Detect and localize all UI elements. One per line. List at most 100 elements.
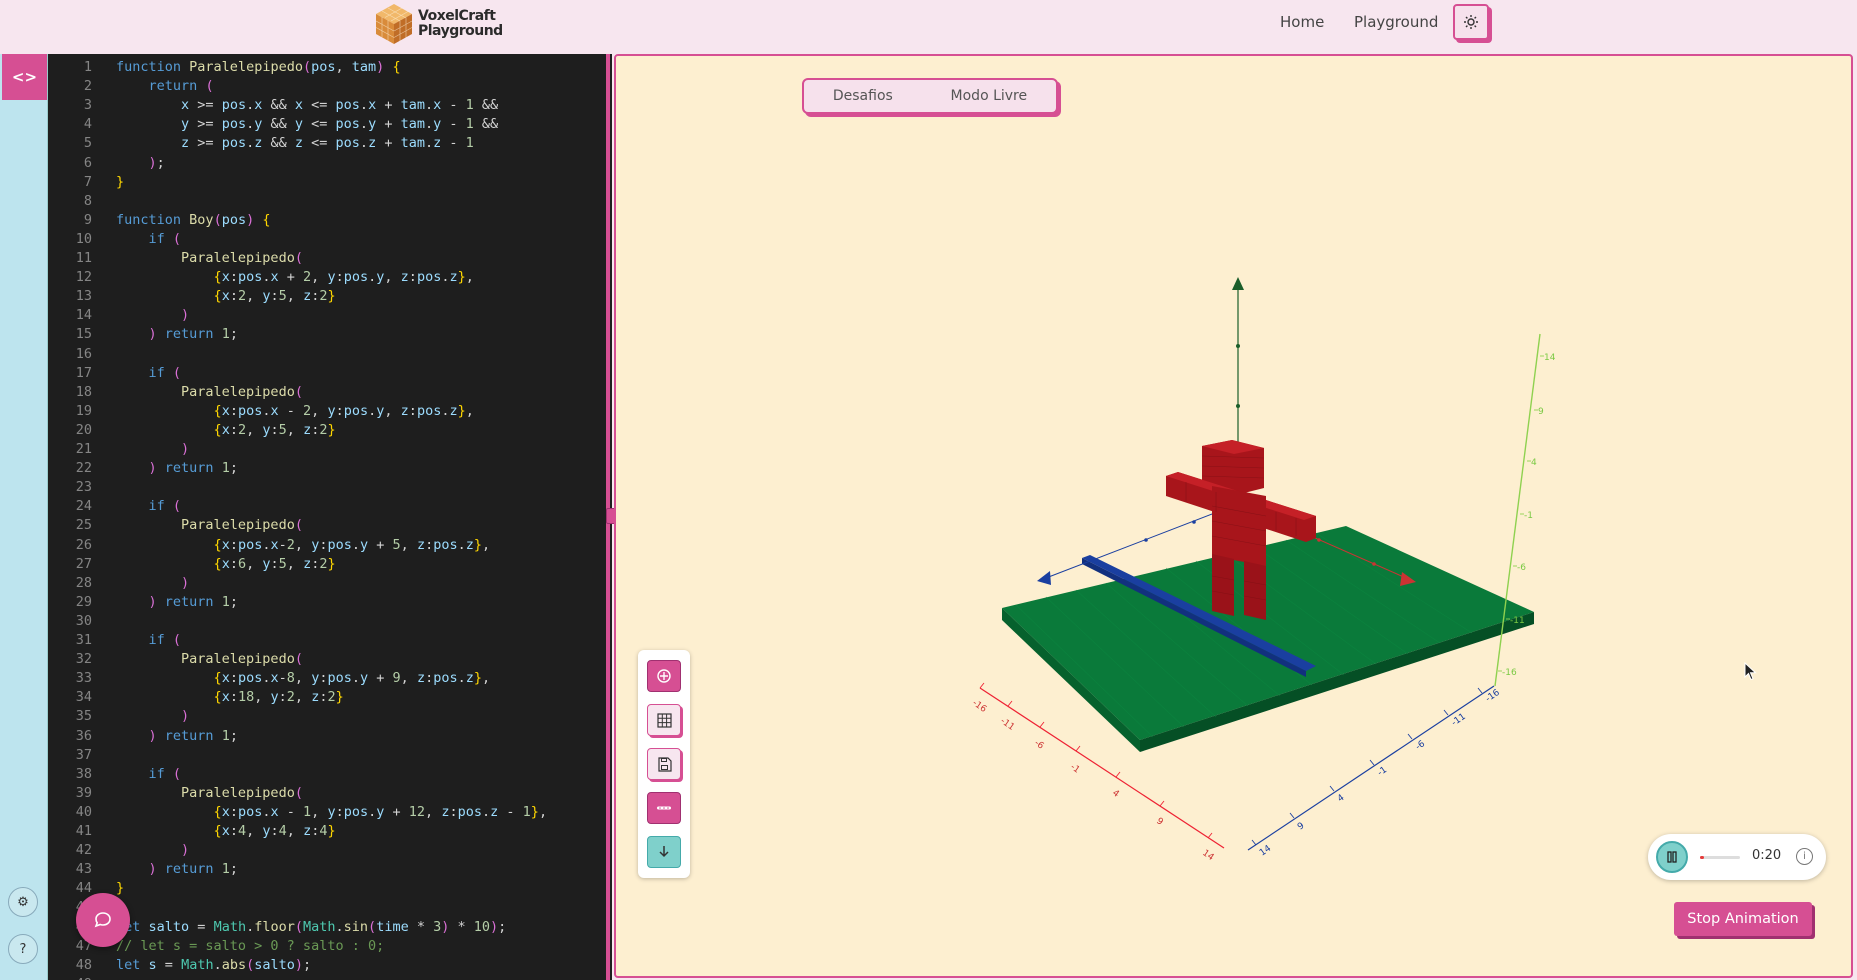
more-options-button[interactable] xyxy=(647,792,681,824)
line-number: 10 xyxy=(75,230,92,247)
code-line[interactable]: 36 ) return 1; xyxy=(48,727,612,746)
info-button[interactable]: i xyxy=(1796,848,1813,865)
voxel-canvas[interactable]: Desafios Modo Livre -16 -11 -6 -1 4 9 14… xyxy=(614,54,1853,978)
code-line[interactable]: 4 y >= pos.y && y <= pos.y + tam.y - 1 &… xyxy=(48,115,612,134)
download-button[interactable] xyxy=(647,836,681,868)
code-line[interactable]: 26 {x:pos.x-2, y:pos.y + 5, z:pos.z}, xyxy=(48,536,612,555)
code-line[interactable]: 46let salto = Math.floor(Math.sin(time *… xyxy=(48,918,612,937)
line-content: ) xyxy=(181,441,190,457)
code-line[interactable]: 32 Paralelepipedo( xyxy=(48,650,612,669)
blue-tick-2: 4 xyxy=(1336,793,1347,805)
line-content: Paralelepipedo( xyxy=(181,784,303,801)
code-line[interactable]: 35 ) xyxy=(48,707,612,726)
code-line[interactable]: 40 {x:pos.x - 1, y:pos.y + 12, z:pos.z -… xyxy=(48,803,612,822)
code-line[interactable]: 11 Paralelepipedo( xyxy=(48,249,612,268)
code-line[interactable]: 34 {x:18, y:2, z:2} xyxy=(48,688,612,707)
line-number: 17 xyxy=(75,364,92,381)
code-line[interactable]: 2 return ( xyxy=(48,77,612,96)
code-line[interactable]: 44} xyxy=(48,879,612,898)
toggle-grid-button[interactable] xyxy=(647,704,681,736)
app-logo[interactable]: VoxelCraft Playground xyxy=(374,2,503,46)
code-line[interactable]: 31 if ( xyxy=(48,631,612,650)
code-line[interactable]: 24 if ( xyxy=(48,497,612,516)
code-line[interactable]: 13 {x:2, y:5, z:2} xyxy=(48,287,612,306)
code-line[interactable]: 6 ); xyxy=(48,154,612,173)
line-content: {x:pos.x - 1, y:pos.y + 12, z:pos.z - 1}… xyxy=(213,803,548,820)
pause-button[interactable] xyxy=(1656,841,1688,873)
code-line[interactable]: 3 x >= pos.x && x <= pos.x + tam.x - 1 &… xyxy=(48,96,612,115)
red-tick-1: -11 xyxy=(998,716,1016,733)
nav-playground-link[interactable]: Playground xyxy=(1354,13,1438,31)
code-line[interactable]: 1 function Paralelepipedo(pos, tam) { xyxy=(48,58,612,77)
settings-button[interactable]: ⚙ xyxy=(8,887,38,917)
code-line[interactable]: 14 ) xyxy=(48,306,612,325)
progress-track[interactable] xyxy=(1700,856,1740,859)
code-line[interactable]: 38 if ( xyxy=(48,765,612,784)
nav-home-link[interactable]: Home xyxy=(1280,13,1324,31)
code-line[interactable]: 10 if ( xyxy=(48,230,612,249)
line-number: 39 xyxy=(75,784,92,801)
code-line[interactable]: 17 if ( xyxy=(48,364,612,383)
stop-animation-button[interactable]: Stop Animation xyxy=(1674,902,1812,936)
code-line[interactable]: 28 ) xyxy=(48,574,612,593)
code-line[interactable]: 42 ) xyxy=(48,841,612,860)
code-line[interactable]: 27 {x:6, y:5, z:2} xyxy=(48,555,612,574)
green-tick-2: 4 xyxy=(1531,458,1537,468)
code-line[interactable]: 37 xyxy=(48,746,612,765)
code-line[interactable]: 39 Paralelepipedo( xyxy=(48,784,612,803)
code-line[interactable]: 48 let s = Math.abs(salto); xyxy=(48,956,612,975)
chat-button[interactable] xyxy=(76,893,130,947)
line-content: x >= pos.x && x <= pos.x + tam.x - 1 && xyxy=(181,97,499,114)
animation-player: 0:20 i xyxy=(1648,834,1826,880)
code-line[interactable]: 19 {x:pos.x - 2, y:pos.y, z:pos.z}, xyxy=(48,402,612,421)
code-line[interactable]: 41 {x:4, y:4, z:4} xyxy=(48,822,612,841)
line-number: 24 xyxy=(75,498,92,515)
center-view-button[interactable] xyxy=(647,660,681,692)
code-line[interactable]: 20 {x:2, y:5, z:2} xyxy=(48,421,612,440)
save-icon xyxy=(657,756,672,772)
help-button[interactable]: ? xyxy=(8,934,38,964)
code-line[interactable]: 47// let s = salto > 0 ? salto : 0; xyxy=(48,937,612,956)
line-number: 16 xyxy=(75,345,92,362)
code-line[interactable]: 15 ) return 1; xyxy=(48,325,612,344)
line-number: 44 xyxy=(75,880,92,897)
line-number: 28 xyxy=(75,574,92,591)
line-content: ) return 1; xyxy=(148,727,238,744)
code-line[interactable]: 12 {x:pos.x + 2, y:pos.y, z:pos.z}, xyxy=(48,268,612,287)
code-line[interactable]: 49 xyxy=(48,975,612,980)
theme-toggle-button[interactable] xyxy=(1453,4,1489,40)
line-number: 6 xyxy=(83,154,92,171)
line-content: ) xyxy=(181,708,190,725)
line-content: {x:2, y:5, z:2} xyxy=(213,288,336,305)
code-line[interactable]: 25 Paralelepipedo( xyxy=(48,516,612,535)
code-line[interactable]: 8 xyxy=(48,192,612,211)
code-line[interactable]: 16 xyxy=(48,345,612,364)
code-line[interactable]: 45 xyxy=(48,898,612,917)
code-line[interactable]: 33 {x:pos.x-8, y:pos.y + 9, z:pos.z}, xyxy=(48,669,612,688)
code-line[interactable]: 9 function Boy(pos) { xyxy=(48,211,612,230)
line-content: {x:pos.x - 2, y:pos.y, z:pos.z}, xyxy=(213,402,474,419)
line-number: 9 xyxy=(83,211,92,228)
code-line[interactable]: 7} xyxy=(48,173,612,192)
code-line[interactable]: 29 ) return 1; xyxy=(48,593,612,612)
code-line[interactable]: 30 xyxy=(48,612,612,631)
code-line[interactable]: 5 z >= pos.z && z <= pos.z + tam.z - 1 xyxy=(48,134,612,153)
line-number: 5 xyxy=(83,135,92,152)
line-content: } xyxy=(116,880,125,897)
line-content: if ( xyxy=(148,364,182,381)
code-line[interactable]: 22 ) return 1; xyxy=(48,459,612,478)
line-content: let salto = Math.floor(Math.sin(time * 3… xyxy=(116,918,507,935)
code-line[interactable]: 18 Paralelepipedo( xyxy=(48,383,612,402)
code-line[interactable]: 43 ) return 1; xyxy=(48,860,612,879)
code-editor[interactable]: 1 function Paralelepipedo(pos, tam) {2 re… xyxy=(48,54,612,980)
code-line[interactable]: 23 xyxy=(48,478,612,497)
code-line[interactable]: 21 ) xyxy=(48,440,612,459)
line-content: if ( xyxy=(148,498,182,515)
line-content: ) xyxy=(181,574,190,591)
line-content: Paralelepipedo( xyxy=(181,651,303,668)
line-number: 8 xyxy=(83,192,92,209)
code-toggle-button[interactable]: <> xyxy=(2,54,47,100)
line-number: 29 xyxy=(75,593,92,610)
save-button[interactable] xyxy=(647,748,681,780)
red-tick-6: 14 xyxy=(1200,848,1215,863)
